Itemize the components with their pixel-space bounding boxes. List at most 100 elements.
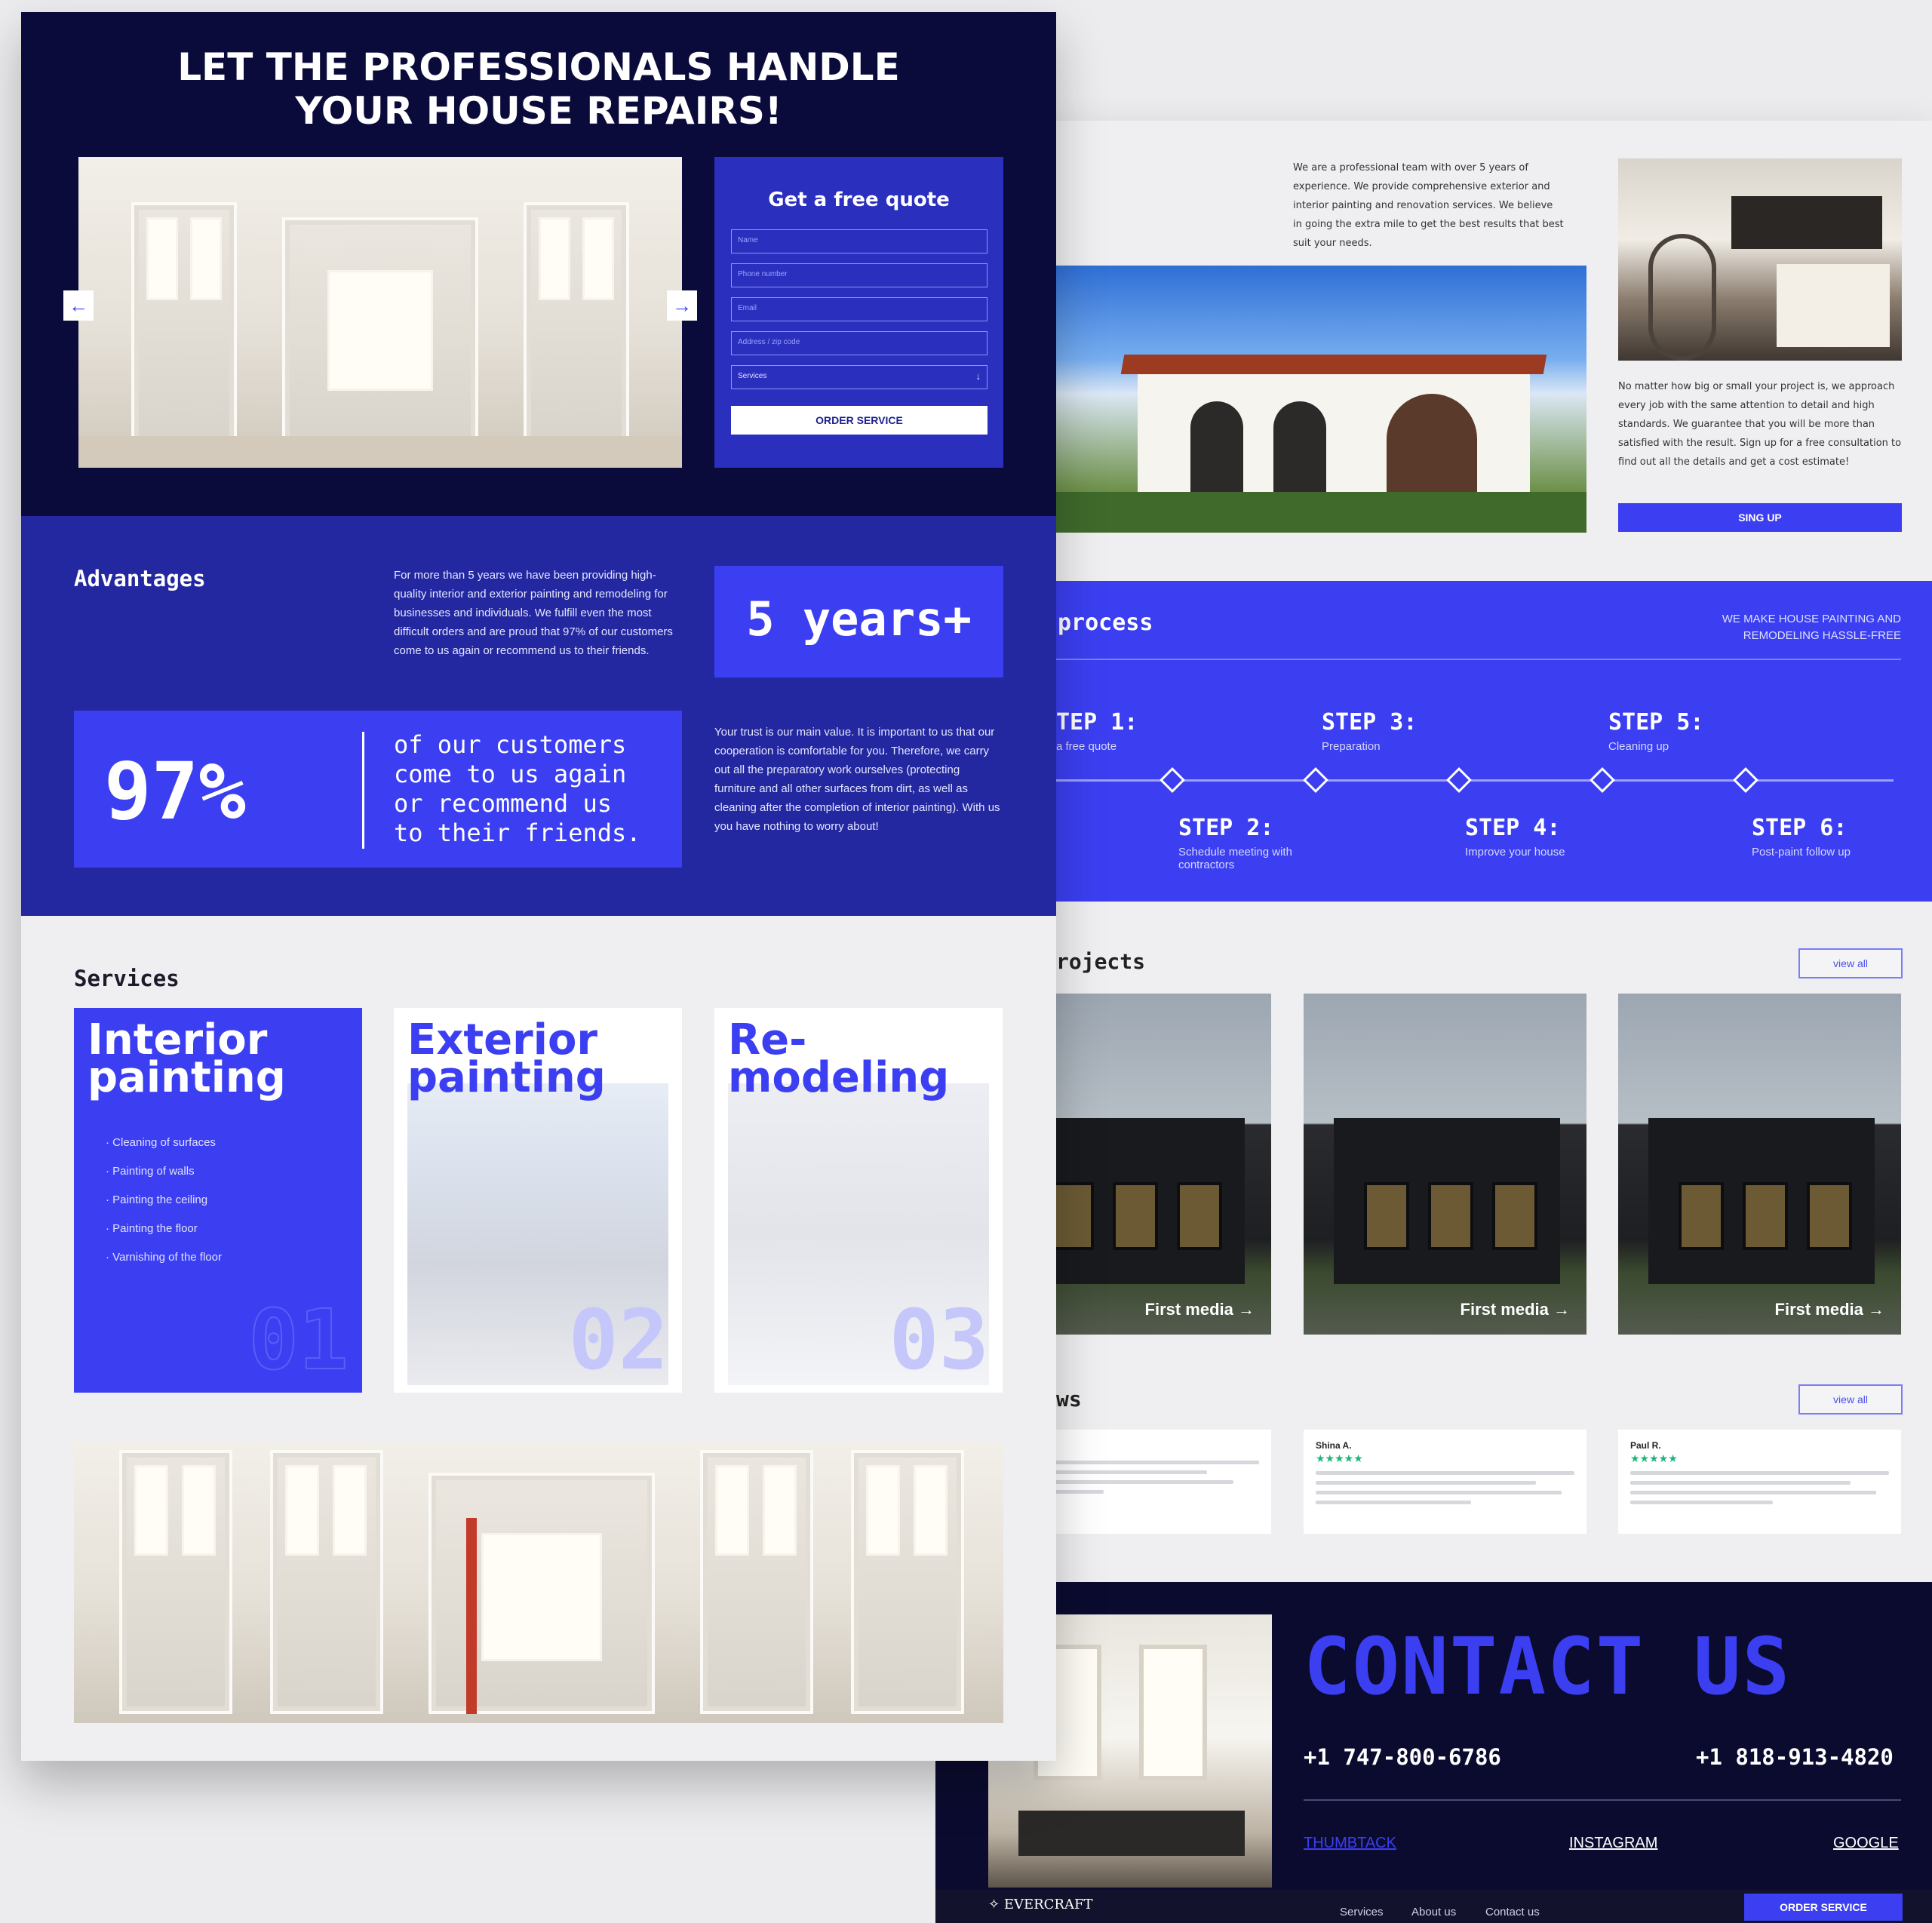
projects-title: rojects xyxy=(1056,949,1146,974)
hero-title-line-1: LET THE PROFESSIONALS HANDLE xyxy=(177,45,900,89)
quote-form: Get a free quote Name Phone number Email… xyxy=(714,157,1003,468)
about-text-2: No matter how big or small your project … xyxy=(1618,381,1902,468)
step-label: STEP 3: xyxy=(1322,709,1418,736)
quote-form-title: Get a free quote xyxy=(768,189,950,211)
chevron-down-icon: ↓ xyxy=(975,370,981,382)
project-caption[interactable]: First media → xyxy=(1775,1300,1884,1319)
review-card-3: Paul R. ★★★★★ xyxy=(1618,1430,1901,1534)
slider-next-button[interactable]: → xyxy=(667,290,697,321)
contact-title: CONTACT US xyxy=(1304,1620,1792,1713)
process-step-4: STEP 4: Improve your house xyxy=(1465,815,1565,859)
review-card-2: Shina A. ★★★★★ xyxy=(1304,1430,1586,1534)
list-item: · Varnishing of the floor xyxy=(106,1251,222,1264)
project-card-2[interactable]: First media → xyxy=(1304,994,1586,1335)
percent-value: 97% xyxy=(104,745,246,837)
hero-slider-image xyxy=(78,157,682,468)
step-label: TEP 1: xyxy=(1056,709,1138,736)
project-caption[interactable]: First media → xyxy=(1145,1300,1255,1319)
step-label: STEP 4: xyxy=(1465,815,1561,841)
google-link[interactable]: GOOGLE xyxy=(1833,1835,1899,1852)
years-badge: 5 years+ xyxy=(714,566,1003,677)
service-title-2: painting xyxy=(407,1053,606,1102)
reviews-view-all-button[interactable]: view all xyxy=(1798,1384,1903,1415)
brand-logo[interactable]: ✧ EVERCRAFT xyxy=(988,1897,1092,1912)
footer-nav-about[interactable]: About us xyxy=(1411,1906,1456,1918)
service-card-interior[interactable]: Interior painting · Cleaning of surfaces… xyxy=(74,1008,362,1393)
contact-phone-1[interactable]: +1 747-800-6786 xyxy=(1304,1744,1501,1770)
footer-nav-services[interactable]: Services xyxy=(1340,1906,1384,1918)
service-items-list: · Cleaning of surfaces · Painting of wal… xyxy=(106,1129,222,1272)
list-item-label: Painting of walls xyxy=(112,1165,195,1178)
project-card-3[interactable]: First media → xyxy=(1618,994,1901,1335)
list-item: · Painting of walls xyxy=(106,1165,195,1178)
services-select-value: Services xyxy=(738,372,767,380)
address-input[interactable]: Address / zip code xyxy=(731,331,988,355)
process-step-1: TEP 1: a free quote xyxy=(1056,709,1138,753)
email-input[interactable]: Email xyxy=(731,297,988,321)
footer-order-button[interactable]: ORDER SERVICE xyxy=(1744,1894,1903,1921)
step-desc: a free quote xyxy=(1056,740,1117,753)
contact-phone-2[interactable]: +1 818-913-4820 xyxy=(1696,1744,1894,1770)
footer-nav-contact[interactable]: Contact us xyxy=(1485,1906,1540,1918)
house-exterior-image xyxy=(1055,266,1586,533)
step-desc: Improve your house xyxy=(1465,846,1565,859)
slider-prev-button[interactable]: ← xyxy=(63,290,94,321)
projects-view-all-button[interactable]: view all xyxy=(1798,948,1903,978)
service-title-2: modeling xyxy=(728,1053,950,1102)
hero-title-line-2: YOUR HOUSE REPAIRS! xyxy=(295,89,782,133)
list-item-label: Cleaning of surfaces xyxy=(112,1136,216,1149)
instagram-link[interactable]: INSTAGRAM xyxy=(1569,1835,1657,1852)
percent-caption: of our customers come to us again or rec… xyxy=(394,730,641,848)
project-caption[interactable]: First media → xyxy=(1461,1300,1570,1319)
brand-mark-icon: ✧ xyxy=(988,1897,1004,1912)
phone-input[interactable]: Phone number xyxy=(731,263,988,287)
advantages-text: For more than 5 years we have been provi… xyxy=(394,569,673,657)
process-step-3: STEP 3: Preparation xyxy=(1322,709,1417,753)
thumbtack-link[interactable]: THUMBTACK xyxy=(1304,1835,1396,1852)
step-desc: Post-paint follow up xyxy=(1752,846,1851,859)
process-title: process xyxy=(1058,610,1153,636)
service-card-title: Exterior painting xyxy=(407,1019,606,1102)
step-label: STEP 5: xyxy=(1608,709,1704,736)
step-desc: Preparation xyxy=(1322,740,1381,753)
service-card-remodeling[interactable]: Re- modeling 03 xyxy=(714,1008,1003,1393)
name-input[interactable]: Name xyxy=(731,229,988,253)
brand-name: EVERCRAFT xyxy=(1003,1897,1093,1912)
signup-button[interactable]: SING UP xyxy=(1618,503,1902,532)
service-card-exterior[interactable]: Exterior painting 02 xyxy=(394,1008,682,1393)
service-card-title: Re- modeling xyxy=(728,1019,950,1102)
footer-order-label: ORDER SERVICE xyxy=(1780,1901,1867,1913)
services-title: Services xyxy=(74,966,180,991)
percent-caption-4: to their friends. xyxy=(394,819,641,847)
trust-text: Your trust is our main value. It is impo… xyxy=(714,726,1000,833)
interior-renovation-image xyxy=(74,1442,1003,1723)
list-item-label: Varnishing of the floor xyxy=(112,1251,222,1264)
step-label: STEP 2: xyxy=(1178,815,1274,841)
process-step-6: STEP 6: Post-paint follow up xyxy=(1752,815,1851,859)
process-step-2: STEP 2: Schedule meeting with contractors xyxy=(1178,815,1314,871)
review-stars: ★★★★★ xyxy=(1316,1452,1363,1464)
service-number: 02 xyxy=(568,1292,668,1388)
list-item-label: Painting the floor xyxy=(112,1222,198,1235)
process-tagline: WE MAKE HOUSE PAINTING AND REMODELING HA… xyxy=(1722,611,1901,644)
list-item: · Cleaning of surfaces xyxy=(106,1136,216,1149)
review-name: Paul R. xyxy=(1630,1440,1661,1451)
process-tagline-1: WE MAKE HOUSE PAINTING AND xyxy=(1722,613,1901,625)
process-step-5: STEP 5: Cleaning up xyxy=(1608,709,1703,753)
percent-panel: 97% of our customers come to us again or… xyxy=(74,711,682,868)
reviews-title: ws xyxy=(1056,1387,1082,1412)
percent-caption-3: or recommend us xyxy=(394,789,612,818)
services-select[interactable]: Services ↓ xyxy=(731,365,988,389)
order-service-button[interactable]: ORDER SERVICE xyxy=(731,406,988,435)
process-divider xyxy=(1056,659,1901,660)
contact-divider xyxy=(1304,1799,1901,1801)
review-name: Shina A. xyxy=(1316,1440,1352,1451)
list-item: · Painting the floor xyxy=(106,1222,198,1235)
percent-caption-1: of our customers xyxy=(394,730,627,759)
percent-divider xyxy=(362,732,364,849)
list-item-label: Painting the ceiling xyxy=(112,1193,208,1206)
about-text-1: We are a professional team with over 5 y… xyxy=(1293,162,1564,249)
review-stars: ★★★★★ xyxy=(1630,1452,1678,1464)
service-number: 01 xyxy=(248,1291,349,1389)
step-desc: Schedule meeting with contractors xyxy=(1178,846,1292,871)
